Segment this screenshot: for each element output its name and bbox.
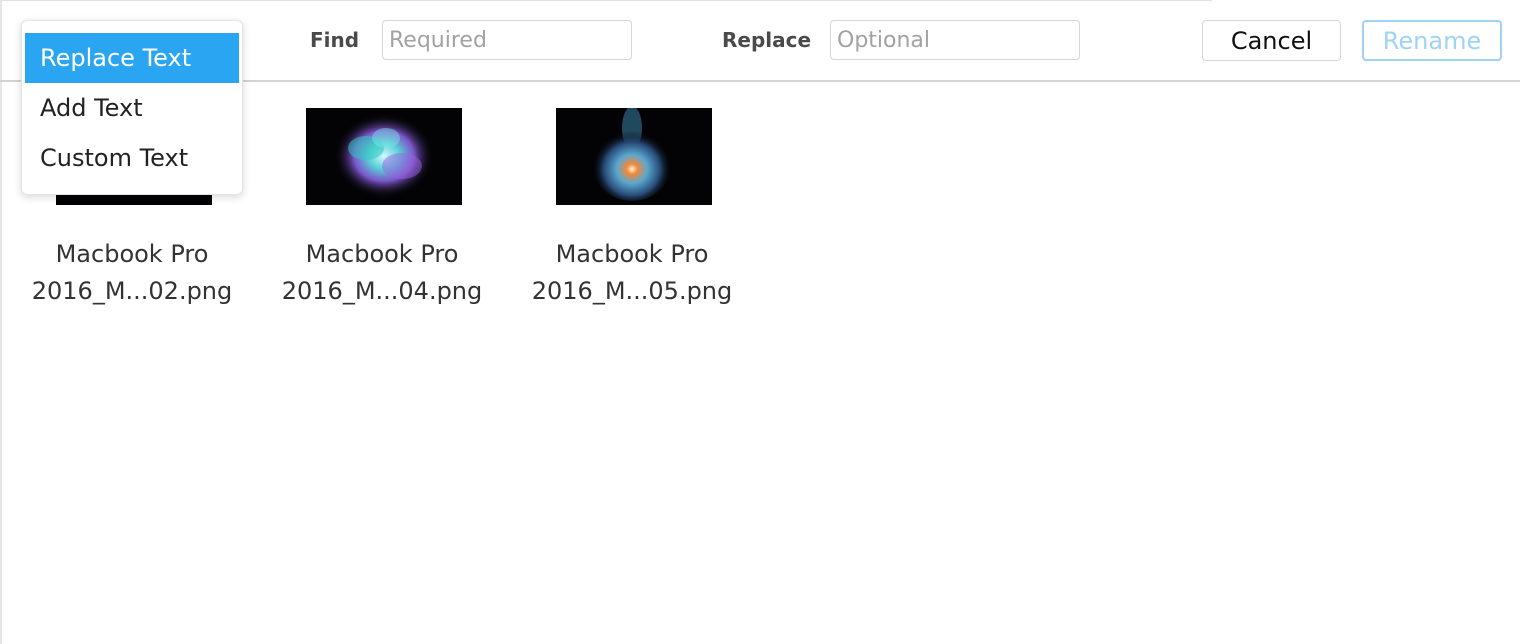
replace-input[interactable] xyxy=(830,20,1080,60)
window-top-edge xyxy=(0,0,1212,1)
file-name: Macbook Pro 2016_M...05.png xyxy=(507,236,757,310)
file-name-line1: Macbook Pro xyxy=(305,240,459,268)
file-name-line1: Macbook Pro xyxy=(555,240,709,268)
file-name-line2: 2016_M...04.png xyxy=(281,277,483,305)
replace-label: Replace xyxy=(722,28,812,52)
rename-mode-dropdown[interactable]: Replace Text Add Text Custom Text xyxy=(21,20,243,195)
file-name-line1: Macbook Pro xyxy=(55,240,209,268)
file-name: Macbook Pro 2016_M...02.png xyxy=(7,236,257,310)
file-name-line2: 2016_M...05.png xyxy=(531,277,733,305)
file-thumbnail[interactable] xyxy=(306,108,462,205)
find-label: Find xyxy=(310,28,360,52)
menu-item-add-text[interactable]: Add Text xyxy=(25,83,239,133)
find-input[interactable] xyxy=(382,20,632,60)
file-name: Macbook Pro 2016_M...04.png xyxy=(257,236,507,310)
menu-item-custom-text[interactable]: Custom Text xyxy=(25,133,239,183)
menu-item-replace-text[interactable]: Replace Text xyxy=(25,33,239,83)
file-name-line2: 2016_M...02.png xyxy=(31,277,233,305)
window-left-edge xyxy=(0,0,2,644)
file-thumbnail[interactable] xyxy=(556,108,712,205)
rename-button[interactable]: Rename xyxy=(1362,20,1502,61)
cancel-button[interactable]: Cancel xyxy=(1202,20,1341,61)
